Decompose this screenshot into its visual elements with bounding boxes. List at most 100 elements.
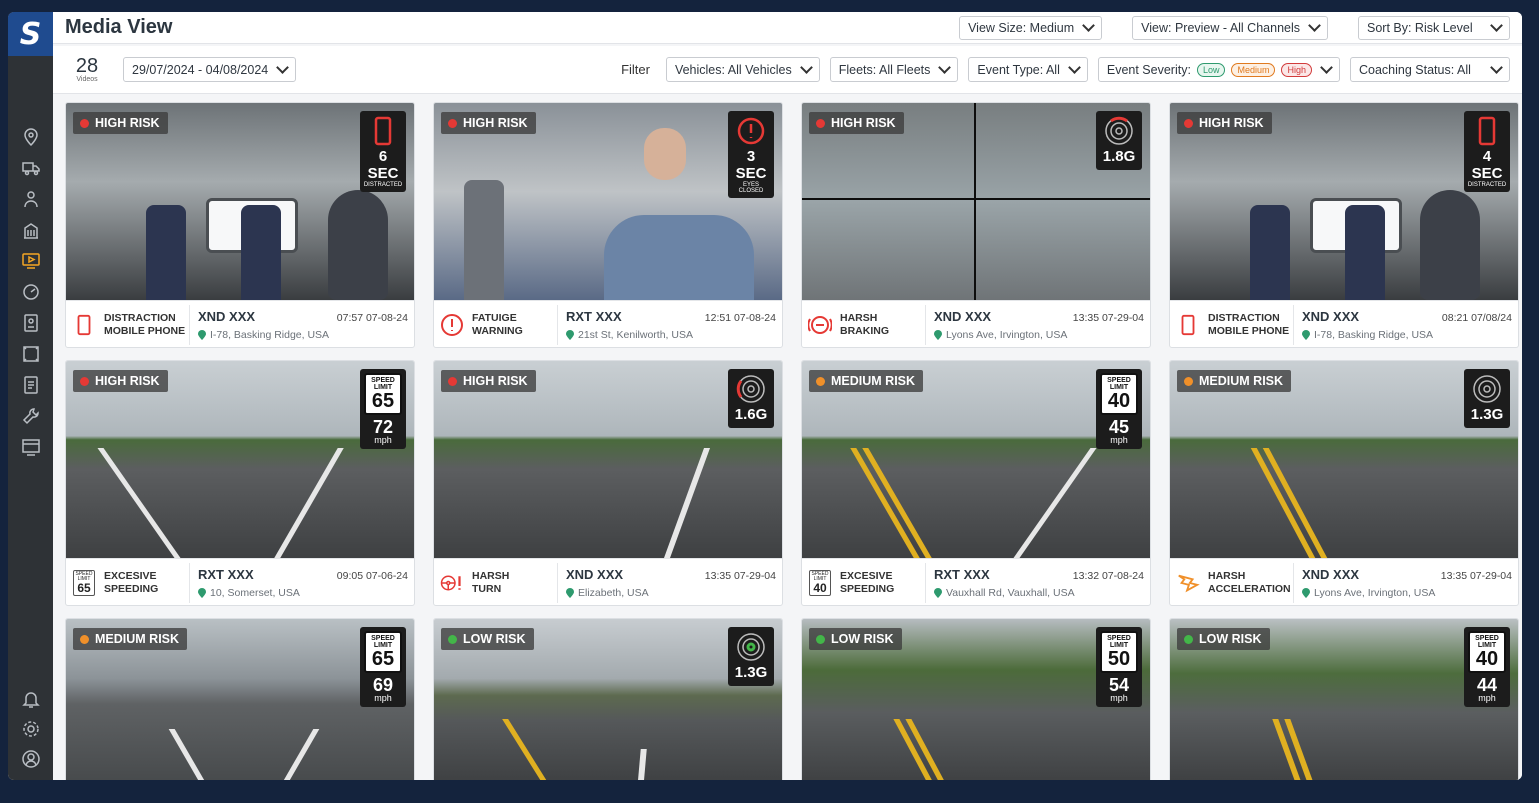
card-info: FATUIGE WARNING RXT XXX 12:51 07-08-24 21s… [434,300,782,347]
vehicle-id: XND XXX [198,309,256,324]
speed-badge: SPEED LIMIT 40 45 mph [1096,369,1142,449]
location-pin-icon [934,330,942,340]
vehicle-id: XND XXX [566,567,624,582]
g-force-icon [1473,375,1501,403]
risk-badge: MEDIUM RISK [1177,370,1292,392]
harsh-braking-icon [808,313,832,337]
main-content: Media View View Size: Medium View: Previ… [53,12,1522,780]
driver-icon[interactable] [19,188,43,210]
severity-pill-high[interactable]: High [1281,62,1312,77]
media-card[interactable]: MEDIUM RISK SPEED LIMIT 65 69 mph [65,618,415,780]
badge-icon[interactable] [19,312,43,334]
media-card[interactable]: HIGH RISK 4 SEC DISTRACTED DISTRACTION MO… [1169,102,1519,348]
vehicle-id: RXT XXX [198,567,254,582]
media-card[interactable]: LOW RISK SPEED LIMIT 40 44 mph [1169,618,1519,780]
truck-icon[interactable] [19,157,43,179]
video-thumbnail[interactable]: MEDIUM RISK SPEED LIMIT 40 45 mph [802,361,1150,558]
media-card[interactable]: HIGH RISK 3 SEC EYES CLOSED FATUIGE WARNI… [433,102,783,348]
duration-badge: 4 SEC DISTRACTED [1464,111,1510,192]
video-thumbnail[interactable]: HIGH RISK 3 SEC EYES CLOSED [434,103,782,300]
video-thumbnail[interactable]: HIGH RISK 1.6G [434,361,782,558]
event-severity-filter[interactable]: Event Severity: Low Medium High [1097,57,1340,82]
frame-icon[interactable] [19,343,43,365]
speed-limit-icon: SPEED LIMIT 40 [808,570,832,596]
risk-badge: MEDIUM RISK [73,628,188,650]
video-thumbnail[interactable]: HIGH RISK 6 SEC DISTRACTED [66,103,414,300]
view-size-dropdown[interactable]: View Size: Medium [959,15,1103,40]
speed-limit-sign: SPEED LIMIT 40 [1100,373,1138,415]
app-window: S Media View View Size: Medium View: Pre… [8,12,1522,780]
map-pin-icon[interactable] [19,126,43,148]
video-thumbnail[interactable]: LOW RISK 1.3G [434,619,782,780]
sort-by-dropdown[interactable]: Sort By: Risk Level [1358,15,1510,40]
event-type-filter[interactable]: Event Type: All [968,57,1088,82]
location-pin-icon [566,330,574,340]
g-force-icon [736,375,765,403]
vehicle-id: RXT XXX [934,567,990,582]
severity-pill-medium[interactable]: Medium [1231,62,1276,77]
coaching-status-filter[interactable]: Coaching Status: All [1350,57,1510,82]
building-icon[interactable] [19,219,43,241]
g-force-icon [1105,116,1133,145]
speed-badge: SPEED LIMIT 65 72 mph [360,369,406,449]
media-card[interactable]: LOW RISK 1.3G [433,618,783,780]
speed-limit-sign: SPEED LIMIT 65 [364,373,402,415]
media-icon[interactable] [19,250,43,272]
media-card[interactable]: HIGH RISK 6 SEC DISTRACTED DISTRACTION MO… [65,102,415,348]
video-thumbnail[interactable]: LOW RISK SPEED LIMIT 40 44 mph [1170,619,1518,780]
risk-badge: HIGH RISK [1177,112,1272,134]
duration-badge: 6 SEC DISTRACTED [360,111,406,192]
speed-limit-sign: SPEED LIMIT 65 [364,631,402,673]
app-logo[interactable]: S [8,12,53,56]
gear-icon[interactable] [19,718,43,740]
duration-badge: 3 SEC EYES CLOSED [728,111,774,198]
filter-bar: 28 Videos 29/07/2024 - 04/08/2024 Filter… [53,46,1522,94]
fleets-filter[interactable]: Fleets: All Fleets [829,57,959,82]
media-grid: HIGH RISK 6 SEC DISTRACTED DISTRACTION MO… [65,102,1519,780]
timestamp: 13:35 07-29-04 [1440,570,1512,582]
gauge-icon[interactable] [19,281,43,303]
video-thumbnail[interactable]: MEDIUM RISK 1.3G [1170,361,1518,558]
bell-icon[interactable] [19,688,43,710]
video-thumbnail[interactable]: MEDIUM RISK SPEED LIMIT 65 69 mph [66,619,414,780]
timestamp: 07:57 07-08-24 [336,312,408,324]
card-info: HARSH BRAKING XND XXX 13:35 07-29-04 Lyons… [802,300,1150,347]
severity-pill-low[interactable]: Low [1196,62,1226,77]
card-info: HARSH TURN XND XXX 13:35 07-29-04 Elizabet… [434,558,782,605]
location-pin-icon [1302,330,1310,340]
timestamp: 13:35 07-29-04 [1072,312,1144,324]
media-card[interactable]: HIGH RISK SPEED LIMIT 65 72 mph SPEED LIMI… [65,360,415,606]
view-dropdown[interactable]: View: Preview - All Channels [1132,15,1328,40]
g-force-badge: 1.3G [1464,369,1510,428]
phone-icon [1176,313,1200,337]
wrench-icon[interactable] [19,405,43,427]
vehicle-id: XND XXX [1302,567,1360,582]
vehicle-id: XND XXX [934,309,992,324]
chevron-down-icon [1490,60,1503,74]
g-force-badge: 1.8G [1096,111,1142,170]
media-card[interactable]: MEDIUM RISK SPEED LIMIT 40 45 mph SPEED LI… [801,360,1151,606]
screen-icon[interactable] [19,436,43,458]
media-card[interactable]: HIGH RISK 1.8G HARSH BRAKING XND XXX 13:35… [801,102,1151,348]
sidebar: S [8,12,53,780]
video-thumbnail[interactable]: LOW RISK SPEED LIMIT 50 54 mph [802,619,1150,780]
risk-badge: MEDIUM RISK [809,370,924,392]
vehicle-id: RXT XXX [566,309,622,324]
location-pin-icon [1302,588,1310,598]
media-card[interactable]: LOW RISK SPEED LIMIT 50 54 mph [801,618,1151,780]
video-thumbnail[interactable]: HIGH RISK SPEED LIMIT 65 72 mph [66,361,414,558]
media-card[interactable]: HIGH RISK 1.6G HARSH TURN XND XXX 13:35 07… [433,360,783,606]
alert-icon [737,117,765,145]
vehicles-filter[interactable]: Vehicles: All Vehicles [665,57,820,82]
media-card[interactable]: MEDIUM RISK 1.3G HARSH ACCELERATION XND X… [1169,360,1519,606]
risk-badge: LOW RISK [1177,628,1270,650]
location-pin-icon [566,588,574,598]
date-range-picker[interactable]: 29/07/2024 - 04/08/2024 [123,57,297,82]
video-thumbnail[interactable]: HIGH RISK 4 SEC DISTRACTED [1170,103,1518,300]
user-icon[interactable] [19,748,43,770]
timestamp: 13:35 07-29-04 [704,570,776,582]
chevron-down-icon [1490,18,1503,32]
report-icon[interactable] [19,374,43,396]
video-thumbnail[interactable]: HIGH RISK 1.8G [802,103,1150,300]
g-force-icon [737,633,765,661]
